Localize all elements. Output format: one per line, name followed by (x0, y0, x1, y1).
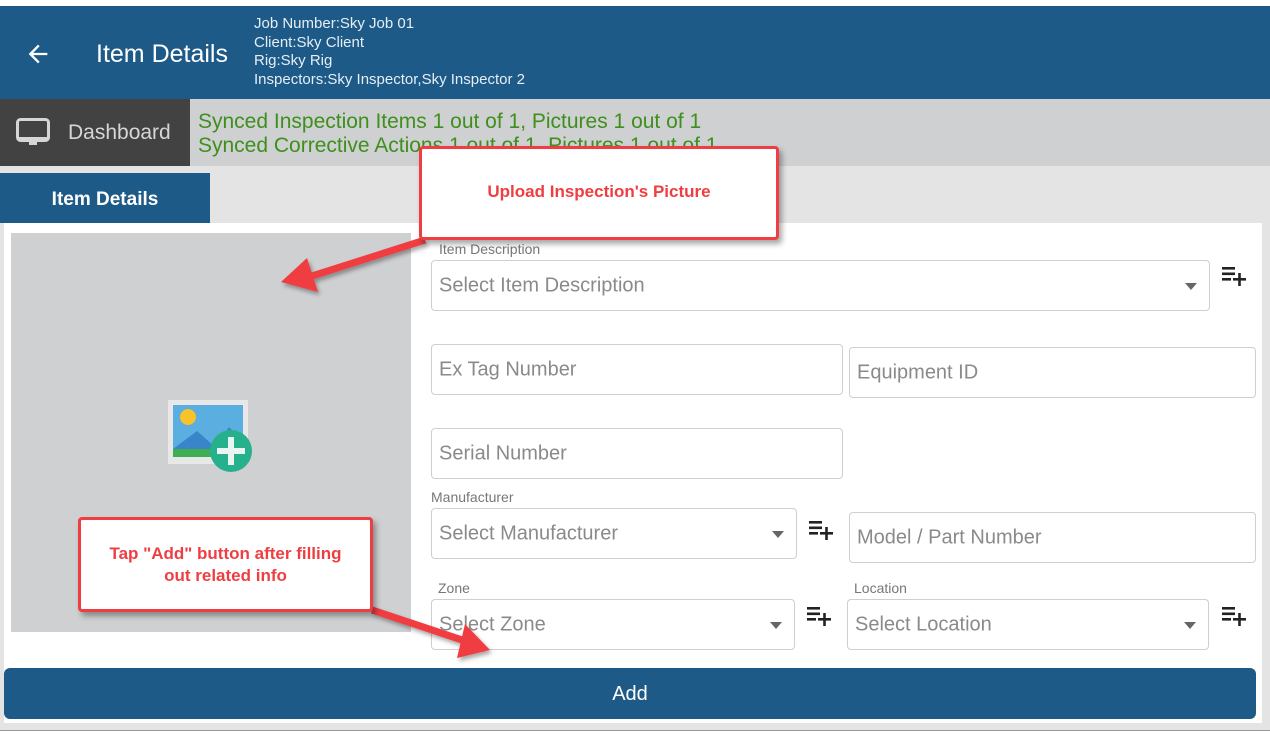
tab-item-details[interactable]: Item Details (0, 173, 210, 223)
callout-upload-text: Upload Inspection's Picture (487, 182, 711, 201)
chevron-down-icon (1184, 621, 1196, 629)
dashboard-label: Dashboard (68, 121, 171, 144)
location-select[interactable]: Select Location (847, 599, 1209, 650)
manufacturer-placeholder: Select Manufacturer (439, 522, 618, 544)
scrollbar-track (1262, 223, 1270, 723)
location-placeholder: Select Location (855, 613, 992, 635)
screen: Item Details Job Number:Sky Job 01 Clien… (0, 0, 1270, 734)
chevron-down-icon (770, 621, 782, 629)
callout-add-text: Tap "Add" button after filling out relat… (109, 543, 342, 585)
page-title: Item Details (96, 40, 228, 68)
item-description-select[interactable]: Select Item Description (431, 260, 1210, 311)
zone-label: Zone (438, 580, 470, 596)
serial-number-placeholder: Serial Number (439, 442, 567, 464)
serial-number-input[interactable]: Serial Number (431, 428, 843, 479)
back-button[interactable] (24, 40, 52, 68)
playlist-add-icon[interactable] (1221, 264, 1247, 286)
location-label: Location (854, 580, 907, 596)
equipment-id-placeholder: Equipment ID (857, 361, 979, 383)
equipment-id-input[interactable]: Equipment ID (849, 347, 1256, 398)
item-description-label: Item Description (439, 241, 541, 257)
playlist-add-icon[interactable] (806, 604, 832, 626)
client-name: Client:Sky Client (254, 33, 365, 51)
app-bar: Item Details Job Number:Sky Job 01 Clien… (0, 6, 1270, 99)
playlist-add-icon[interactable] (808, 518, 834, 540)
manufacturer-label: Manufacturer (431, 489, 514, 505)
job-info: Job Number:Sky Job 01 Client:Sky Client … (254, 15, 525, 89)
add-button[interactable]: Add (4, 668, 1256, 719)
inspectors: Inspectors:Sky Inspector,Sky Inspector 2 (254, 70, 525, 88)
model-part-number-placeholder: Model / Part Number (857, 526, 1042, 548)
monitor-icon (16, 118, 50, 145)
chevron-down-icon (772, 530, 784, 538)
callout-tap-add: Tap "Add" button after filling out relat… (78, 517, 373, 612)
arrow-left-icon (28, 44, 48, 64)
callout-upload-picture: Upload Inspection's Picture (419, 146, 779, 240)
ex-tag-number-input[interactable]: Ex Tag Number (431, 344, 843, 395)
playlist-add-icon[interactable] (1221, 604, 1247, 626)
zone-placeholder: Select Zone (439, 613, 546, 635)
add-image-icon (168, 400, 252, 472)
rig-name: Rig:Sky Rig (254, 52, 333, 69)
bottom-divider (0, 730, 1270, 734)
chevron-down-icon (1185, 282, 1197, 290)
sync-status-items: Synced Inspection Items 1 out of 1, Pict… (198, 110, 702, 133)
model-part-number-input[interactable]: Model / Part Number (849, 512, 1256, 563)
job-number: Job Number:Sky Job 01 (254, 15, 415, 32)
zone-select[interactable]: Select Zone (431, 599, 795, 650)
manufacturer-select[interactable]: Select Manufacturer (431, 508, 797, 559)
item-description-placeholder: Select Item Description (439, 274, 645, 296)
dashboard-button[interactable]: Dashboard (0, 99, 190, 166)
ex-tag-number-placeholder: Ex Tag Number (439, 358, 577, 380)
